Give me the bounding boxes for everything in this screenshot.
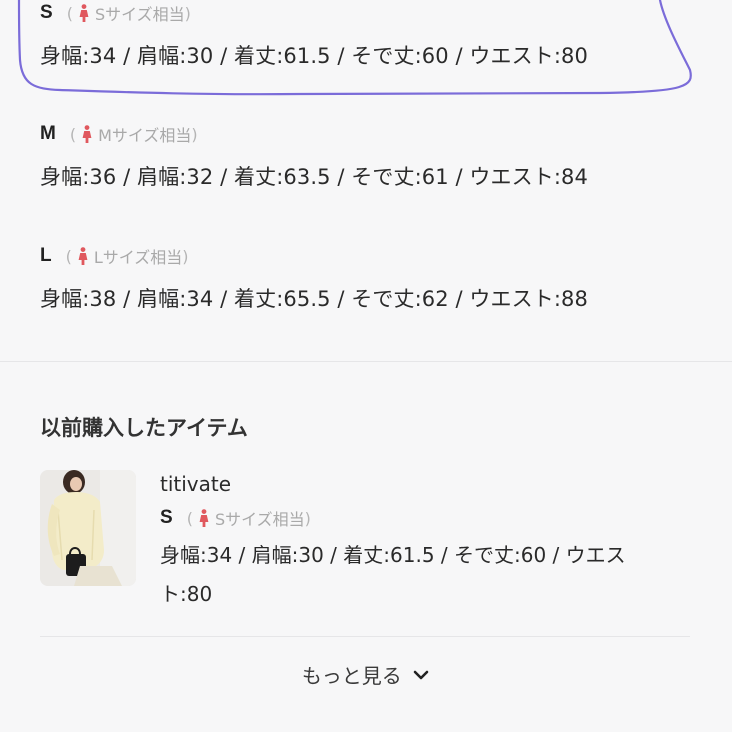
open-paren: ( [186,508,193,528]
size-option-m[interactable]: M ( Mサイズ相当 ) 身幅:36 / 肩幅:32 / 着丈:63.5 / そ… [40,121,700,191]
section-title: 以前購入したアイテム [40,416,248,440]
close-paren: ) [182,246,189,266]
size-equivalent: ( Sサイズ相当 ) [67,1,191,25]
chevron-down-icon [413,670,429,679]
size-equiv-label: Lサイズ相当 [93,248,183,267]
size-letter: M [40,123,56,144]
open-paren: ( [65,246,72,266]
size-measurements: 身幅:36 / 肩幅:32 / 着丈:63.5 / そで丈:61 / ウエスト:… [40,165,588,189]
size-header: S ( Sサイズ相当 ) [40,0,700,26]
size-header: L ( Lサイズ相当 ) [40,243,700,269]
section-divider [0,361,732,362]
size-equivalent: ( Lサイズ相当 ) [66,244,189,268]
size-letter: L [40,245,52,266]
item-thumbnail-image [40,470,136,586]
size-equivalent: ( Sサイズ相当 ) [187,506,311,530]
item-brand: titivate [160,472,232,496]
size-equiv-label: Sサイズ相当 [94,5,185,24]
size-letter: S [40,2,53,23]
size-measurements: 身幅:38 / 肩幅:34 / 着丈:65.5 / そで丈:62 / ウエスト:… [40,287,588,311]
close-paren: ) [184,3,191,23]
person-icon [199,509,209,527]
size-equiv-label: Sサイズ相当 [214,510,305,529]
previous-item-card[interactable]: titivate S ( Sサイズ相当 ) 身幅:34 / 肩幅:30 / 着丈… [40,468,692,618]
size-equiv-label: Mサイズ相当 [98,126,192,145]
size-option-l[interactable]: L ( Lサイズ相当 ) 身幅:38 / 肩幅:34 / 着丈:65.5 / そ… [40,243,700,313]
size-letter: S [160,507,173,528]
item-divider [40,636,690,637]
size-header: M ( Mサイズ相当 ) [40,121,700,147]
show-more-button[interactable]: もっと見る [0,660,732,689]
size-measurements: 身幅:34 / 肩幅:30 / 着丈:61.5 / そで丈:60 / ウエスト:… [40,44,588,68]
item-measurements-line2: ト:80 [160,582,213,606]
item-measurements-line1: 身幅:34 / 肩幅:30 / 着丈:61.5 / そで丈:60 / ウエス [160,543,626,567]
open-paren: ( [69,124,77,144]
size-guide-page: S ( Sサイズ相当 ) 身幅:34 / 肩幅:30 / 着丈:61.5 / そ… [0,0,732,732]
item-details: titivate S ( Sサイズ相当 ) 身幅:34 / 肩幅:30 / 着丈… [160,468,680,614]
item-thumbnail[interactable] [40,470,136,586]
person-icon [82,125,92,143]
size-header: S ( Sサイズ相当 ) [160,500,680,536]
open-paren: ( [66,3,73,23]
person-icon [79,4,89,22]
show-more-label: もっと見る [301,664,402,688]
size-equivalent: ( Mサイズ相当 ) [70,122,198,146]
close-paren: ) [304,508,311,528]
size-option-s[interactable]: S ( Sサイズ相当 ) 身幅:34 / 肩幅:30 / 着丈:61.5 / そ… [40,0,700,70]
close-paren: ) [191,124,198,144]
person-icon [78,247,88,265]
